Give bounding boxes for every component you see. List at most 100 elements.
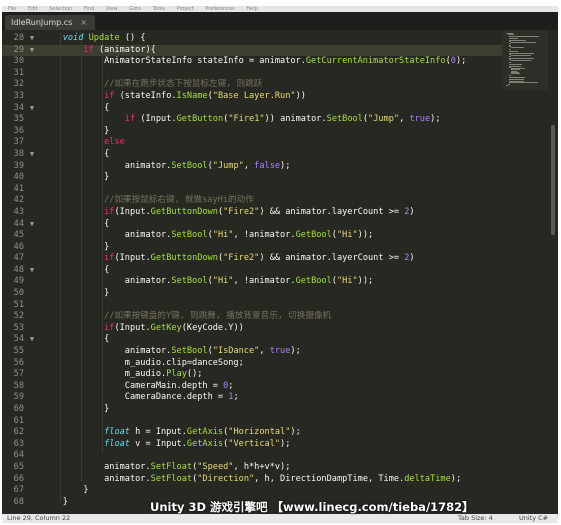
code-line[interactable]: 65 animator.SetFloat("Speed", h*h+v*v); xyxy=(2,462,502,474)
fold-arrow-icon[interactable]: ▼ xyxy=(28,45,36,57)
scrollbar-thumb[interactable] xyxy=(551,125,555,235)
code-text: { xyxy=(42,149,109,161)
code-line[interactable]: 35 if (Input.GetButton("Fire1")) animato… xyxy=(2,114,502,126)
code-token: if xyxy=(124,114,136,125)
code-line[interactable]: 36 } xyxy=(2,126,502,138)
code-line[interactable]: 29 ▼ if (animator){ xyxy=(2,44,502,57)
code-line[interactable]: 55 animator.SetBool("IsDance", true); xyxy=(2,346,502,358)
code-token: (); xyxy=(186,369,203,380)
status-bar: Line 29, Column 22 Tab Size: 4 Unity C# xyxy=(2,514,558,523)
code-line[interactable]: 54 ▼ { xyxy=(2,334,502,346)
code-line[interactable]: 37 else xyxy=(2,137,502,149)
code-token: )); xyxy=(357,230,374,241)
code-text: animator.SetBool("IsDance", true); xyxy=(42,346,301,358)
code-line[interactable]: 46 } xyxy=(2,242,502,254)
code-token: void xyxy=(62,33,84,43)
code-text: animator.SetBool("Hi", !animator.GetBool… xyxy=(42,230,373,242)
line-number: 59 xyxy=(13,392,24,403)
code-line[interactable]: 50 } xyxy=(2,288,502,300)
code-line[interactable]: 64 xyxy=(2,450,502,462)
code-line[interactable]: 49 animator.SetBool("Hi", !animator.GetB… xyxy=(2,276,502,288)
code-token: m_audio.clip=danceSong; xyxy=(42,357,244,368)
fold-arrow-icon[interactable]: ▼ xyxy=(28,149,36,161)
line-number: 56 xyxy=(13,357,24,368)
line-number: 43 xyxy=(13,206,24,217)
code-line[interactable]: 67 } xyxy=(2,485,502,497)
code-line[interactable]: 43 if(Input.GetButtonDown("Fire2") && an… xyxy=(2,207,502,219)
code-text: if (animator){ xyxy=(42,45,155,57)
code-token: "Direction" xyxy=(197,473,255,484)
code-line[interactable]: 60 } xyxy=(2,404,502,416)
minimap-line xyxy=(509,61,512,63)
code-line[interactable]: 33 if (stateInfo.IsName("Base Layer.Run"… xyxy=(2,91,502,103)
code-text: animator.SetBool("Hi", !animator.GetBool… xyxy=(42,276,373,288)
code-text: } xyxy=(42,288,109,300)
close-icon[interactable]: × xyxy=(80,18,87,27)
code-line[interactable]: 39 animator.SetBool("Jump", false); xyxy=(2,161,502,173)
code-token: ); xyxy=(280,438,291,449)
code-line[interactable]: 58 CameraMain.depth = 0; xyxy=(2,381,502,393)
code-token: ); xyxy=(430,114,441,125)
code-token: "Jump" xyxy=(212,160,244,171)
fold-arrow-icon[interactable]: ▼ xyxy=(28,103,36,115)
code-line[interactable]: 63 float v = Input.GetAxis("Vertical"); xyxy=(2,439,502,451)
code-line[interactable]: 53 if(Input.GetKey(KeyCode.Y)) xyxy=(2,323,502,335)
fold-arrow-icon[interactable]: ▼ xyxy=(28,265,36,277)
code-line[interactable]: 59 CameraDance.depth = 1; xyxy=(2,392,502,404)
code-line[interactable]: 42 //如果按鼠标右键, 就做sayHi的动作 xyxy=(2,195,502,207)
code-line[interactable]: 28 ▼ void Update () { xyxy=(2,33,502,45)
code-token: , h*h+v*v); xyxy=(233,461,291,472)
code-token: )); xyxy=(357,276,374,287)
code-text: { xyxy=(42,265,109,277)
line-number: 67 xyxy=(13,485,24,496)
code-token: (Input. xyxy=(114,253,151,264)
code-line[interactable]: 44 ▼ { xyxy=(2,219,502,231)
code-line[interactable]: 57 m_audio.Play(); xyxy=(2,369,502,381)
code-line[interactable]: 66 animator.SetFloat("Direction", h, Dir… xyxy=(2,474,502,486)
tab-size-selector[interactable]: Tab Size: 4 xyxy=(458,514,493,523)
code-line[interactable]: 38 ▼ { xyxy=(2,149,502,161)
code-line[interactable]: 48 ▼ { xyxy=(2,265,502,277)
code-line[interactable]: 41 xyxy=(2,184,502,196)
code-token: )) animator. xyxy=(264,114,327,125)
code-text: } xyxy=(42,497,68,509)
vertical-scrollbar[interactable] xyxy=(549,30,557,514)
code-line[interactable]: 61 xyxy=(2,416,502,428)
code-line[interactable]: 40 } xyxy=(2,172,502,184)
code-token: "Speed" xyxy=(197,461,234,472)
code-token: GetBool xyxy=(295,230,332,241)
line-number: 44 xyxy=(13,218,24,229)
code-token: false xyxy=(254,160,281,171)
code-editor[interactable]: 28 ▼ void Update () {29 ▼ if (animator){30… xyxy=(2,30,558,514)
fold-arrow-icon[interactable]: ▼ xyxy=(28,219,36,231)
minimap[interactable] xyxy=(502,30,548,90)
line-number: 31 xyxy=(13,67,24,78)
code-line[interactable]: 51 xyxy=(2,300,502,312)
code-line[interactable]: 45 animator.SetBool("Hi", !animator.GetB… xyxy=(2,230,502,242)
minimap-line xyxy=(510,47,525,49)
line-number: 41 xyxy=(13,183,24,194)
code-token: if xyxy=(104,253,115,264)
code-token: } xyxy=(42,241,110,252)
code-text: if (Input.GetButton("Fire1")) animator.S… xyxy=(42,114,441,126)
syntax-selector[interactable]: Unity C# xyxy=(519,514,548,523)
code-line[interactable]: 47 if(Input.GetButtonDown("Fire2") && an… xyxy=(2,253,502,265)
code-token: "Horizontal" xyxy=(228,427,291,438)
line-number: 30 xyxy=(13,56,24,67)
code-line[interactable]: 31 xyxy=(2,68,502,80)
code-line[interactable]: 52 //如果按键盘的Y键, 则跳舞, 播放背景音乐, 切换摄像机 xyxy=(2,311,502,323)
code-line[interactable]: 30 AnimatorStateInfo stateInfo = animato… xyxy=(2,56,502,68)
code-token: AnimatorStateInfo stateInfo = animator. xyxy=(42,56,306,67)
minimap-line xyxy=(509,74,512,76)
fold-arrow-icon[interactable]: ▼ xyxy=(28,33,36,45)
code-line[interactable]: 56 m_audio.clip=danceSong; xyxy=(2,358,502,370)
fold-arrow-icon[interactable]: ▼ xyxy=(28,334,36,346)
tab-file[interactable]: IdleRunJump.cs × xyxy=(5,15,96,30)
code-line[interactable]: 32 //如果在跑步状态下按鼠标左键, 则跳跃 xyxy=(2,79,502,91)
code-line[interactable]: 62 float h = Input.GetAxis("Horizontal")… xyxy=(2,427,502,439)
code-line[interactable]: 34 ▼ { xyxy=(2,103,502,115)
line-number: 64 xyxy=(13,450,24,461)
